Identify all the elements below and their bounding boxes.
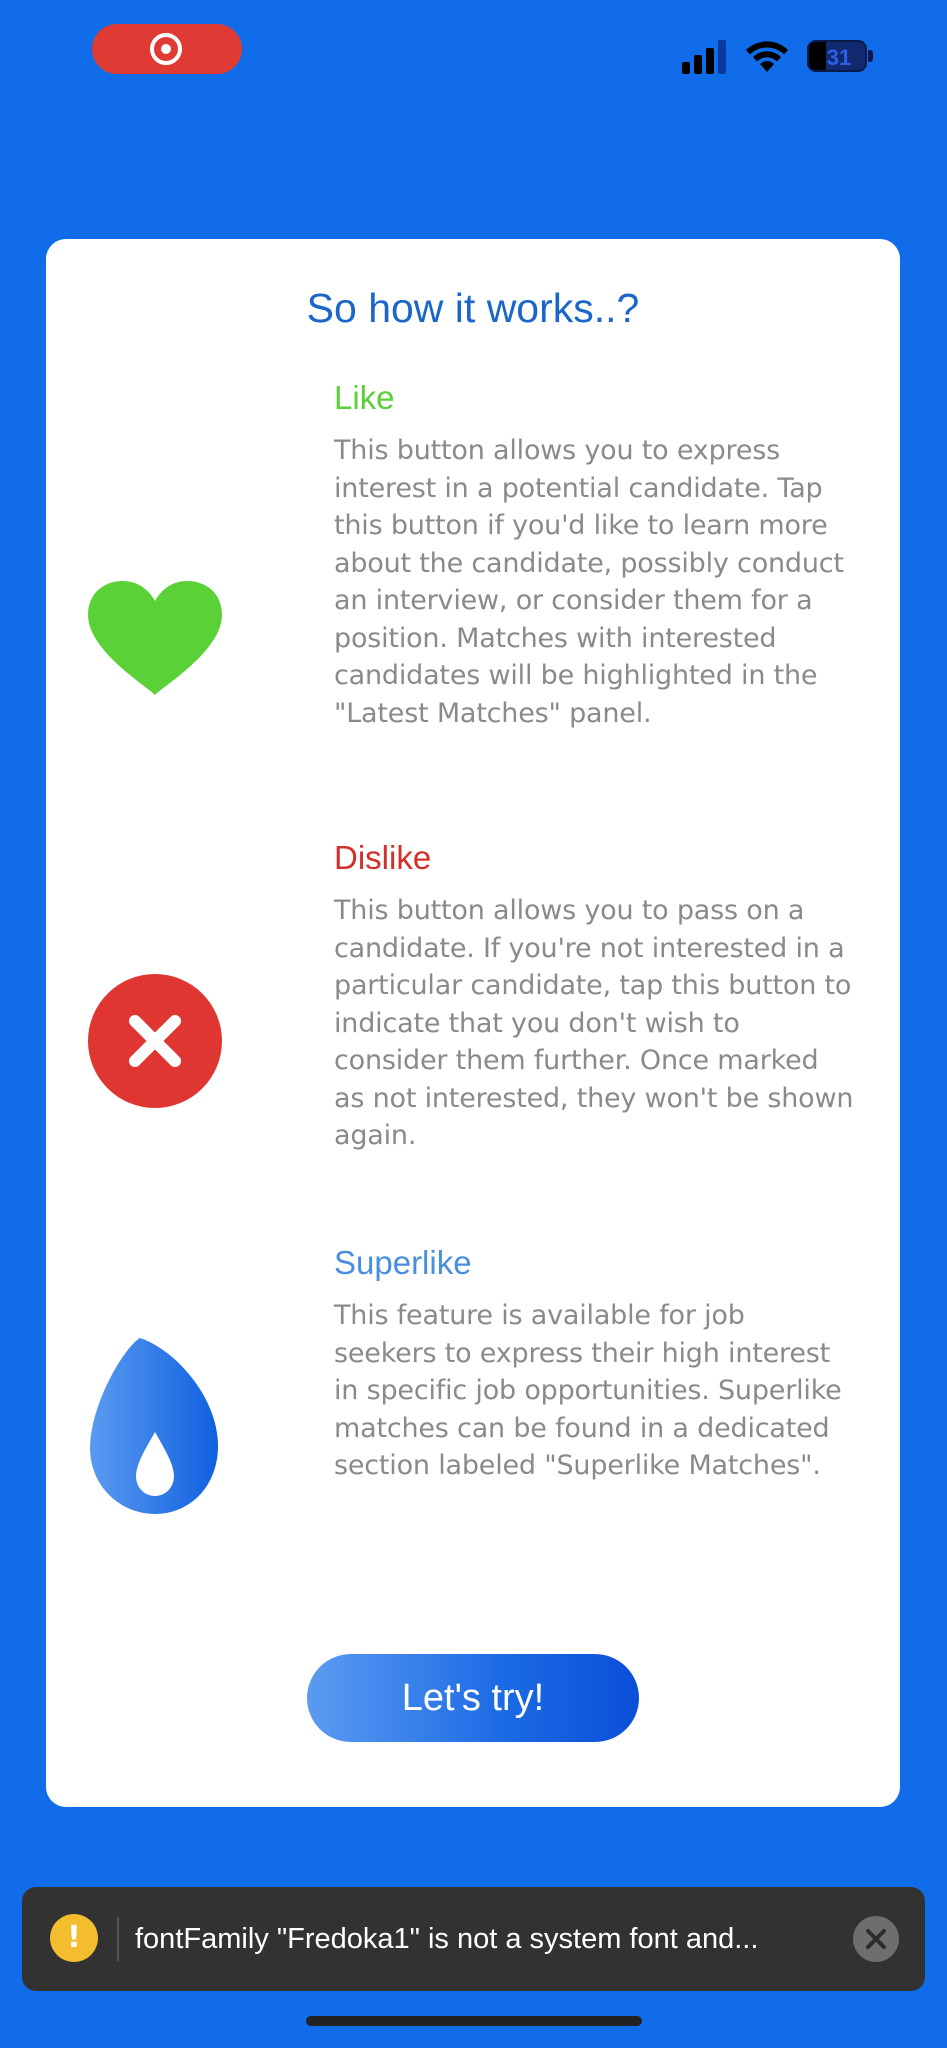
superlike-description: This feature is available for job seeker… [334,1300,842,1481]
cellular-signal-icon [682,40,726,74]
like-heading: Like [334,379,395,416]
record-icon [150,33,182,65]
dislike-heading: Dislike [334,839,432,876]
home-indicator[interactable] [306,2016,642,2026]
status-bar: 31 [0,0,947,110]
how-it-works-card: So how it works..? Like This button allo… [46,239,900,1807]
toast-divider [117,1917,119,1961]
like-description: This button allows you to express intere… [334,435,844,729]
warning-icon: ! [50,1914,98,1962]
toast-message: fontFamily "Fredoka1" is not a system fo… [135,1923,759,1955]
wifi-icon [746,41,788,72]
battery-indicator: 31 [807,40,873,72]
close-icon[interactable] [88,974,222,1112]
heart-icon[interactable] [88,581,222,701]
dislike-description: This button allows you to pass on a cand… [334,895,854,1151]
battery-level: 31 [826,45,852,70]
font-warning-toast[interactable]: ! fontFamily "Fredoka1" is not a system … [22,1887,925,1991]
superlike-heading: Superlike [334,1244,472,1281]
close-icon[interactable] [853,1916,899,1962]
flame-icon[interactable] [88,1336,222,1520]
card-title: So how it works..? [306,285,640,331]
battery-body: 31 [807,40,867,72]
lets-try-button[interactable]: Let's try! [307,1654,639,1742]
screen-recording-indicator[interactable] [92,24,242,74]
battery-cap [868,50,873,62]
